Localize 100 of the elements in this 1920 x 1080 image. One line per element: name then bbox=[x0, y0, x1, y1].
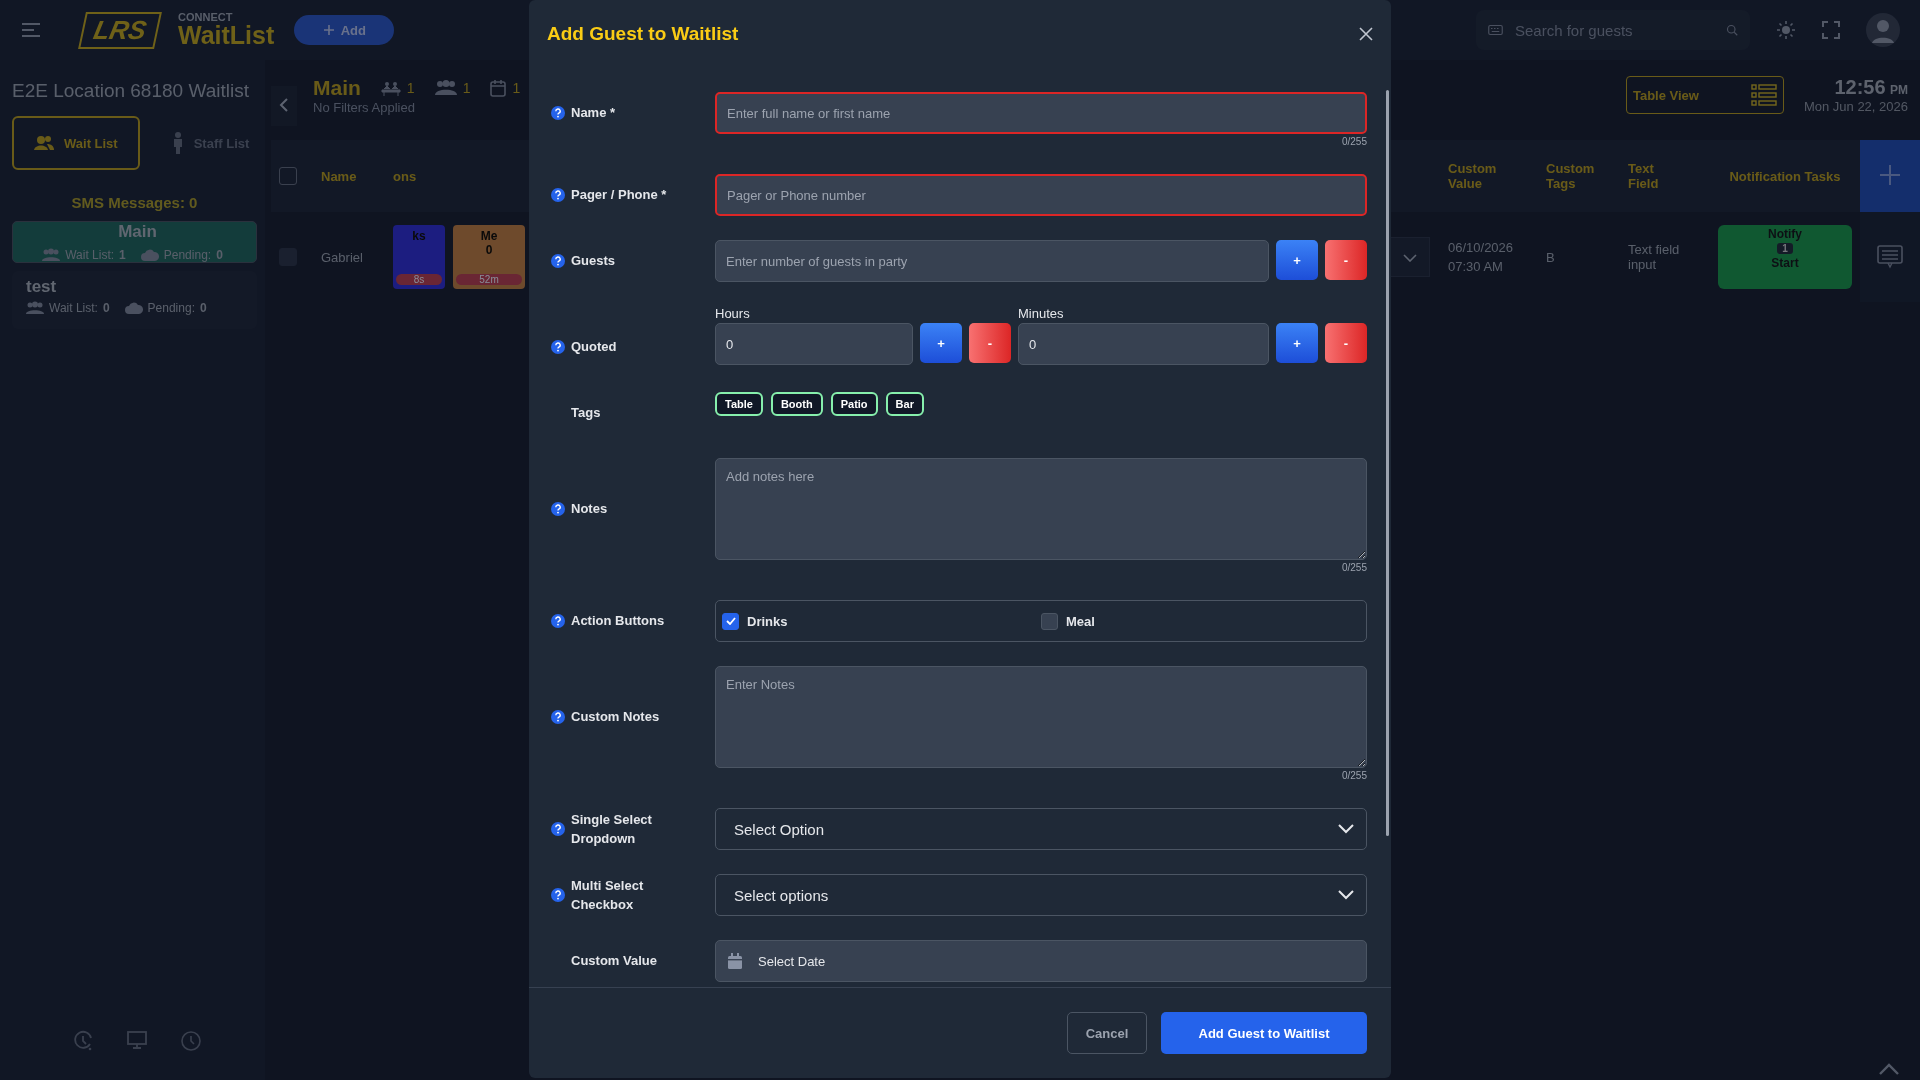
action-text: Me bbox=[480, 229, 498, 244]
checkbox-label: Meal bbox=[1066, 613, 1095, 629]
people-icon bbox=[42, 248, 61, 262]
clock-icon[interactable] bbox=[72, 1030, 94, 1052]
help-icon[interactable] bbox=[551, 614, 565, 628]
column-header: Name bbox=[321, 168, 358, 184]
pending-count: 0 bbox=[199, 301, 207, 315]
dropdown[interactable]: Select options bbox=[715, 874, 1367, 916]
field-label: Guests bbox=[571, 252, 617, 271]
date-input[interactable]: Select Date bbox=[756, 952, 1356, 970]
column-header: Text Field bbox=[1628, 161, 1660, 191]
menu-icon[interactable] bbox=[20, 21, 42, 39]
date-field[interactable]: Select Date bbox=[715, 940, 1367, 982]
checkbox[interactable] bbox=[1041, 612, 1058, 630]
submit-button[interactable]: Add Guest to Waitlist bbox=[1161, 1012, 1367, 1054]
increment-button[interactable]: + bbox=[1276, 323, 1318, 363]
text-value: Text field input bbox=[1628, 242, 1681, 272]
column-header: Custom Value bbox=[1448, 161, 1498, 191]
decrement-button[interactable]: - bbox=[969, 323, 1011, 363]
expand-button[interactable] bbox=[1390, 237, 1430, 277]
sms-count: SMS Messages: 0 bbox=[70, 194, 199, 211]
help-icon[interactable] bbox=[551, 188, 565, 202]
action-card[interactable]: Me 0 52m bbox=[453, 225, 525, 289]
person-icon bbox=[171, 132, 184, 154]
increment-button[interactable]: + bbox=[920, 323, 962, 363]
list-icon bbox=[1750, 84, 1777, 106]
notify-button[interactable]: Notify 1 Start bbox=[1718, 225, 1852, 289]
dialog-title: Add Guest to Waitlist bbox=[547, 23, 739, 45]
text-field[interactable]: Pager or Phone number bbox=[715, 174, 1367, 216]
cancel-button[interactable]: Cancel bbox=[1067, 1012, 1147, 1054]
scroll-top-icon[interactable] bbox=[1878, 1062, 1900, 1076]
notes-field[interactable]: Enter Notes bbox=[715, 666, 1367, 768]
pending-label: Pending: bbox=[163, 248, 212, 262]
number-field[interactable]: 0 bbox=[1018, 323, 1269, 365]
waitlist-name: Main bbox=[118, 222, 157, 242]
help-icon[interactable] bbox=[551, 340, 565, 354]
list-title: Main bbox=[313, 76, 361, 100]
number-field[interactable]: Enter number of guests in party bbox=[715, 240, 1269, 282]
decrement-button[interactable]: - bbox=[1325, 240, 1367, 280]
action-card[interactable]: ks 8s bbox=[393, 225, 445, 289]
people-icon bbox=[434, 80, 457, 96]
list-tab[interactable]: Wait List bbox=[12, 116, 140, 170]
field-label: Action Buttons bbox=[571, 612, 666, 631]
tag-value: B bbox=[1546, 249, 1556, 265]
field-label: Tags bbox=[571, 404, 602, 423]
decrement-button[interactable]: - bbox=[1325, 323, 1367, 363]
collapse-button[interactable] bbox=[271, 86, 297, 126]
keyboard-icon[interactable] bbox=[1488, 23, 1503, 37]
help-icon[interactable] bbox=[551, 710, 565, 724]
checkbox[interactable] bbox=[722, 612, 739, 630]
view-toggle-button[interactable]: Table View bbox=[1625, 76, 1784, 114]
scrollbar[interactable] bbox=[1386, 90, 1389, 836]
help-icon[interactable] bbox=[551, 106, 565, 120]
field-label: Hours bbox=[715, 306, 751, 321]
select-all-checkbox[interactable] bbox=[279, 167, 297, 185]
wait-list-count: 0 bbox=[102, 301, 110, 315]
field-label: Custom Notes bbox=[571, 708, 661, 727]
character-counter: 0/255 bbox=[1341, 136, 1367, 149]
action-text: ks bbox=[412, 229, 426, 244]
increment-button[interactable]: + bbox=[1276, 240, 1318, 280]
clock-icon[interactable] bbox=[180, 1030, 202, 1052]
close-icon[interactable] bbox=[1359, 27, 1373, 41]
tag-chip[interactable]: Bar bbox=[885, 392, 924, 416]
message-icon[interactable] bbox=[1877, 245, 1903, 269]
tag-chip[interactable]: Patio bbox=[830, 392, 878, 416]
field-label: Multi Select Checkbox bbox=[571, 876, 645, 914]
tag-chip[interactable]: Table bbox=[715, 392, 763, 416]
help-icon[interactable] bbox=[551, 822, 565, 836]
people-icon bbox=[34, 135, 54, 151]
help-icon[interactable] bbox=[551, 254, 565, 268]
avatar-icon[interactable] bbox=[1866, 13, 1900, 47]
field-label: Single Select Dropdown bbox=[571, 810, 653, 848]
text-field[interactable]: Enter full name or first name bbox=[715, 92, 1367, 134]
fullscreen-icon[interactable] bbox=[1822, 21, 1840, 39]
calendar-icon bbox=[490, 79, 507, 97]
location-title: E2E Location 68180 Waitlist bbox=[12, 80, 250, 102]
column-header: ons bbox=[393, 168, 417, 184]
number-field[interactable]: 0 bbox=[715, 323, 913, 365]
help-icon[interactable] bbox=[551, 888, 565, 902]
brightness-icon[interactable] bbox=[1776, 20, 1796, 40]
calendar-icon bbox=[728, 953, 742, 969]
timer-pill: 8s bbox=[396, 274, 442, 285]
column-header: Notification Tasks bbox=[1728, 168, 1842, 184]
column-header: Custom Tags bbox=[1546, 161, 1596, 191]
notes-field[interactable]: Add notes here bbox=[715, 458, 1367, 560]
help-icon[interactable] bbox=[551, 502, 565, 516]
search-icon[interactable] bbox=[1726, 22, 1738, 38]
check-icon bbox=[725, 617, 736, 625]
count-value: 1 bbox=[462, 80, 471, 96]
field-label: Name * bbox=[571, 104, 617, 123]
date-text: 06/10/2026 bbox=[1448, 238, 1515, 257]
field-label: Pager / Phone * bbox=[571, 186, 668, 205]
monitor-icon[interactable] bbox=[126, 1030, 148, 1050]
field-label: Minutes bbox=[1018, 306, 1065, 321]
filter-status: No Filters Applied bbox=[313, 100, 416, 115]
tag-chip[interactable]: Booth bbox=[770, 392, 823, 416]
pending-count: 0 bbox=[216, 248, 223, 262]
chevron-down-icon bbox=[1338, 890, 1354, 900]
dropdown[interactable]: Select Option bbox=[715, 808, 1367, 850]
brand-name: WaitList bbox=[178, 23, 275, 48]
